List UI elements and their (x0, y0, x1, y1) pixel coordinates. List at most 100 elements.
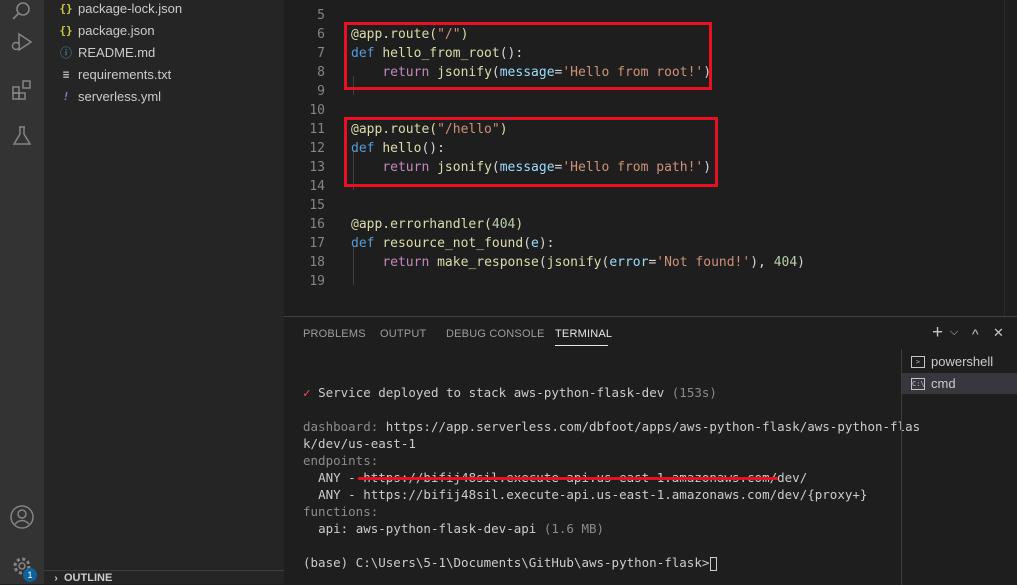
terminal-line: ✓ Service deployed to stack aws-python-f… (303, 384, 717, 401)
json-icon: {} (59, 1, 73, 15)
info-icon: ⓘ (59, 45, 72, 60)
terminal-line: (base) C:\Users\5-1\Documents\GitHub\aws… (303, 554, 718, 571)
dashboard-url: https://app.serverless.com/dbfoot/apps/a… (385, 419, 921, 434)
punct: ( (523, 236, 532, 251)
chevron-down-icon[interactable]: ⌵ (950, 326, 958, 339)
code-line: 15 (284, 196, 1017, 215)
line-number: 10 (309, 103, 325, 118)
line-number: 5 (317, 8, 325, 23)
file-name: package-lock.json (78, 0, 183, 16)
param: error (609, 255, 649, 270)
deploy-time: (153s) (671, 385, 717, 400)
punct: ): (538, 236, 555, 251)
line-number: 15 (309, 198, 325, 213)
file-item[interactable]: {} package-lock.json (58, 0, 182, 19)
line-number: 18 (309, 255, 325, 270)
deploy-message: Service deployed to stack aws-python-fla… (318, 385, 665, 400)
terminal-list: > powershell C:\ cmd (901, 349, 1017, 585)
function-entry: api: aws-python-flask-dev-api (318, 521, 537, 536)
dashboard-label: dashboard: (303, 419, 379, 434)
keyword: def (351, 236, 375, 251)
code-line: 19 (284, 272, 1017, 291)
function-call: jsonify (546, 255, 602, 270)
terminal-line: dashboard: https://app.serverless.com/db… (303, 418, 920, 435)
number: 404 (773, 255, 798, 270)
decorator: @app.errorhandler( (351, 217, 492, 232)
cmd-icon: C:\ (911, 377, 925, 390)
new-terminal-button[interactable]: + (932, 322, 943, 344)
account-icon[interactable] (0, 499, 44, 535)
file-item[interactable]: ⓘ README.md (58, 41, 155, 63)
file-name: package.json (78, 22, 155, 38)
param: e (531, 236, 539, 251)
line-number: 8 (317, 65, 325, 80)
line-number: 13 (309, 160, 325, 175)
terminal-item-powershell[interactable]: > powershell (902, 351, 1017, 372)
code-line: 17 def resource_not_found(e): (284, 234, 1017, 253)
dashboard-url-cont: k/dev/us-east-1 (303, 436, 416, 451)
punct: ) (515, 217, 524, 232)
endpoint-url[interactable]: https://bifij48sil.execute-api.us-east-1… (363, 487, 867, 502)
explorer-sidebar: {} package-lock.json {} package.json ⓘ R… (44, 0, 284, 584)
file-name: serverless.yml (78, 88, 162, 104)
terminal-line: k/dev/us-east-1 (303, 435, 416, 452)
chevron-right-icon: › (54, 572, 58, 584)
file-name: requirements.txt (78, 66, 172, 82)
activity-bar: 1 (0, 0, 44, 584)
line-number: 19 (309, 274, 325, 289)
terminal-cursor (710, 556, 718, 571)
endpoint-method: ANY - (318, 487, 364, 502)
file-name: README.md (78, 44, 156, 60)
number: 404 (491, 217, 516, 232)
testing-flask-icon[interactable] (0, 118, 44, 154)
line-number: 12 (309, 141, 325, 156)
punct: ) (797, 255, 805, 270)
function-name: resource_not_found (382, 236, 524, 251)
terminal-line: functions: (303, 503, 378, 520)
code-line: 18 return make_response(jsonify(error='N… (284, 253, 1017, 272)
powershell-icon: > (911, 355, 925, 368)
terminal-output[interactable]: ✓ Service deployed to stack aws-python-f… (284, 317, 920, 585)
close-panel-button[interactable]: ✕ (993, 325, 1004, 341)
line-number: 16 (309, 217, 325, 232)
highlight-box-hello-route (344, 117, 718, 187)
line-number: 14 (309, 179, 325, 194)
line-number: 6 (317, 27, 325, 42)
terminal-line: endpoints: (303, 452, 378, 469)
editor-scrollbar[interactable] (1004, 0, 1017, 316)
functions-label: functions: (303, 504, 379, 519)
settings-gear-icon[interactable] (0, 548, 44, 584)
extensions-icon[interactable] (0, 72, 44, 108)
terminal-item-label: powershell (931, 354, 994, 369)
search-icon[interactable] (0, 0, 44, 24)
terminal-line: api: aws-python-flask-dev-api (1.6 MB) (303, 520, 604, 537)
terminal-line: ANY - https://bifij48sil.execute-api.us-… (303, 486, 867, 503)
line-number: 11 (309, 122, 325, 137)
function-size: (1.6 MB) (543, 521, 605, 536)
code-editor[interactable]: 5 6 @app.route("/") 7 def hello_from_root(… (284, 0, 1017, 316)
file-item[interactable]: ! serverless.yml (58, 85, 161, 107)
outline-label: OUTLINE (64, 572, 113, 584)
json-icon: {} (59, 23, 73, 37)
punct: ( (538, 255, 547, 270)
code-line: 16 @app.errorhandler(404) (284, 215, 1017, 234)
endpoint-method: ANY - (318, 470, 364, 485)
file-item[interactable]: ≡ requirements.txt (58, 63, 172, 85)
endpoint-underline-annotation (358, 477, 778, 480)
line-number: 17 (309, 236, 325, 251)
check-icon: ✓ (303, 385, 311, 400)
terminal-item-cmd[interactable]: C:\ cmd (902, 373, 1017, 394)
line-number: 9 (317, 84, 325, 99)
maximize-panel-button[interactable]: ^ (972, 326, 979, 342)
file-item[interactable]: {} package.json (58, 19, 155, 41)
terminal-prompt: (base) C:\Users\5-1\Documents\GitHub\aws… (303, 555, 710, 570)
terminal-item-label: cmd (931, 376, 956, 391)
punct: ), (750, 255, 774, 270)
function-call: make_response (437, 255, 539, 270)
line-number: 7 (317, 46, 325, 61)
keyword: return (382, 255, 430, 270)
bottom-panel: PROBLEMS OUTPUT DEBUG CONSOLE TERMINAL +… (284, 316, 1017, 585)
outline-section-header[interactable]: › OUTLINE (44, 570, 284, 585)
run-debug-icon[interactable] (0, 24, 44, 60)
string: 'Not found!' (656, 255, 751, 270)
